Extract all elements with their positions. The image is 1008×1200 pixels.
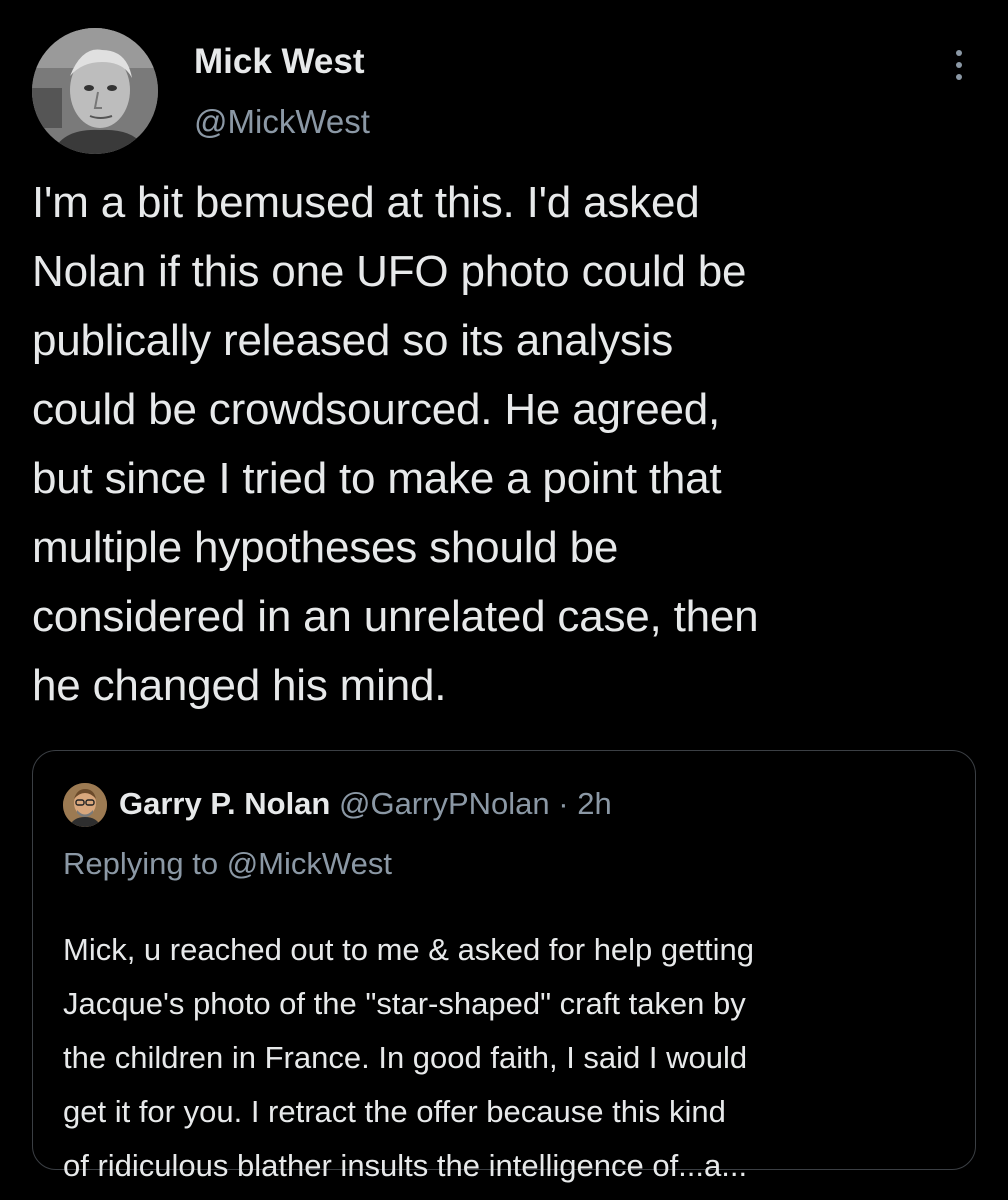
quoted-tweet-header: Garry P. Nolan @GarryPNolan · 2h <box>119 781 612 827</box>
author-name[interactable]: Mick West <box>194 40 365 84</box>
quoted-author-handle[interactable]: @GarryPNolan <box>339 786 550 821</box>
quoted-tweet[interactable]: Garry P. Nolan @GarryPNolan · 2h Replyin… <box>32 750 976 1183</box>
replying-to[interactable]: Replying to @MickWest <box>63 841 392 887</box>
quoted-author-name[interactable]: Garry P. Nolan <box>119 786 330 821</box>
author-handle[interactable]: @MickWest <box>194 100 370 144</box>
tweet-text: I'm a bit bemused at this. I'd asked Nol… <box>32 178 759 710</box>
quoted-tweet-time[interactable]: 2h <box>577 786 611 821</box>
tweet[interactable]: Mick West @MickWest I'm a bit bemused at… <box>0 0 1008 1200</box>
quoted-author-avatar[interactable] <box>63 783 107 827</box>
more-options-icon[interactable] <box>940 40 980 90</box>
user-avatar-photo-icon <box>63 783 107 827</box>
user-avatar-photo-icon <box>32 28 158 154</box>
author-avatar[interactable] <box>32 28 158 154</box>
header-separator: · <box>558 786 569 821</box>
quoted-tweet-text: Mick, u reached out to me & asked for he… <box>63 932 754 1183</box>
